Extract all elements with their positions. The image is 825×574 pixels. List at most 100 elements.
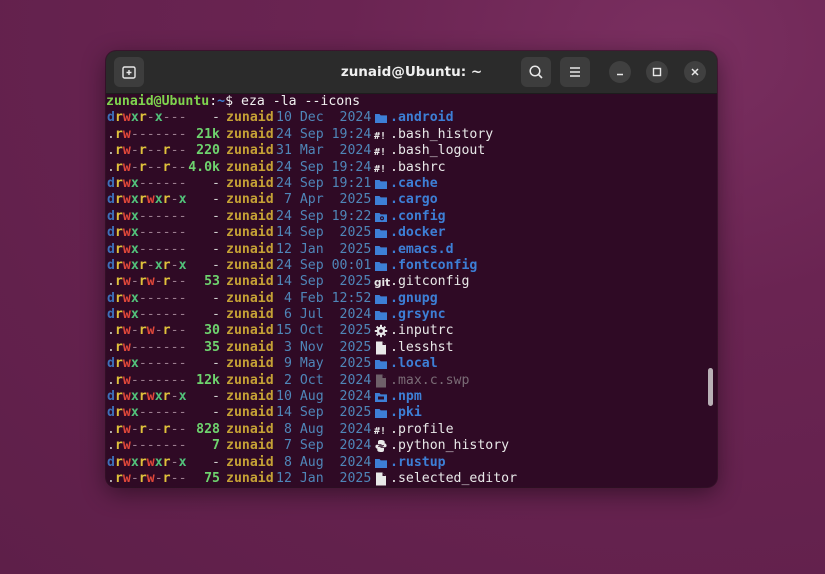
file-size: 75	[204, 470, 220, 486]
maximize-icon	[652, 67, 662, 77]
modified-date: 24 Sep 19:22	[276, 208, 372, 224]
owner: zunaid	[226, 356, 274, 372]
list-item: .rw-rw-r-- 75 zunaid 12 Jan 2025 .selected_e…	[106, 471, 717, 487]
file-name: .gitconfig	[390, 274, 470, 290]
list-item: drwx------ - zunaid 24 Sep 19:21 .cache	[106, 176, 717, 192]
file-size: -	[212, 405, 220, 421]
permissions: .rw-------	[107, 126, 187, 142]
file-name: .max.c.swp	[390, 372, 470, 388]
file-name: .cache	[390, 175, 438, 191]
file-size: -	[212, 454, 220, 470]
list-item: .rw-r--r-- 828 zunaid 8 Aug 2024 #! .profile	[106, 422, 717, 438]
file-name: .selected_editor	[390, 470, 518, 486]
file-name: .emacs.d	[390, 241, 454, 257]
owner: zunaid	[226, 208, 274, 224]
folder-icon	[374, 292, 388, 306]
owner: zunaid	[226, 323, 274, 339]
owner: zunaid	[226, 405, 274, 421]
owner: zunaid	[226, 143, 274, 159]
list-item: .rw-rw-r-- 30 zunaid 15 Oct 2025 .inputrc	[106, 323, 717, 339]
file-size: -	[212, 225, 220, 241]
file-size: -	[212, 192, 220, 208]
permissions: drwx------	[107, 307, 187, 323]
folder-icon	[374, 308, 388, 322]
shebang-icon: #!	[374, 161, 388, 175]
terminal-output[interactable]: zunaid@Ubuntu:~$ eza -la --icons drwxr-x…	[106, 94, 717, 487]
modified-date: 24 Sep 19:24	[276, 159, 372, 175]
minimize-button[interactable]	[609, 61, 631, 83]
shebang-icon: #!	[374, 128, 388, 142]
file-name: .lesshst	[390, 339, 454, 355]
file-size: -	[212, 175, 220, 191]
file-size: -	[212, 290, 220, 306]
folder-icon	[374, 193, 388, 207]
folder-icon	[374, 177, 388, 191]
title-bar[interactable]: zunaid@Ubuntu: ~	[106, 51, 717, 94]
permissions: drwxr-xr-x	[107, 257, 187, 273]
file-name: .pki	[390, 405, 422, 421]
file-name: .fontconfig	[390, 257, 478, 273]
modified-date: 9 May 2025	[276, 356, 372, 372]
modified-date: 3 Nov 2025	[276, 339, 372, 355]
modified-date: 12 Jan 2025	[276, 241, 372, 257]
prompt-user-host: zunaid@Ubuntu	[106, 94, 210, 109]
permissions: drwx------	[107, 290, 187, 306]
menu-button[interactable]	[560, 57, 590, 87]
file-name: .profile	[390, 421, 454, 437]
file-name: .rustup	[390, 454, 446, 470]
new-tab-button[interactable]	[114, 57, 144, 87]
file-icon	[374, 472, 388, 486]
file-name: .npm	[390, 389, 422, 405]
list-item: .rw-r--r-- 4.0k zunaid 24 Sep 19:24 #! .bashr…	[106, 160, 717, 176]
maximize-button[interactable]	[646, 61, 668, 83]
owner: zunaid	[226, 110, 274, 126]
listing: drwxr-x--- - zunaid 10 Dec 2024 .android .rw-…	[106, 110, 717, 487]
owner: zunaid	[226, 438, 274, 454]
gear-icon	[374, 324, 388, 338]
modified-date: 8 Aug 2024	[276, 421, 372, 437]
file-size: 53	[204, 274, 220, 290]
owner: zunaid	[226, 307, 274, 323]
list-item: drwxr-x--- - zunaid 10 Dec 2024 .android	[106, 110, 717, 126]
folder-icon	[374, 406, 388, 420]
permissions: drwx------	[107, 208, 187, 224]
folder-icon	[374, 226, 388, 240]
owner: zunaid	[226, 159, 274, 175]
file-name: .docker	[390, 225, 446, 241]
search-icon	[529, 65, 543, 79]
file-size: -	[212, 257, 220, 273]
owner: zunaid	[226, 175, 274, 191]
list-item: drwx------ - zunaid 6 Jul 2024 .grsync	[106, 307, 717, 323]
scrollbar-thumb[interactable]	[708, 368, 713, 406]
svg-text:#!: #!	[374, 164, 386, 175]
close-icon	[691, 68, 699, 76]
permissions: drwxrwxr-x	[107, 389, 187, 405]
modified-date: 8 Aug 2024	[276, 454, 372, 470]
modified-date: 24 Sep 00:01	[276, 257, 372, 273]
prompt-separator: :	[209, 94, 218, 109]
python-icon	[374, 439, 388, 453]
owner: zunaid	[226, 241, 274, 257]
list-item: drwx------ - zunaid 14 Sep 2025 .pki	[106, 405, 717, 421]
permissions: .rw-rw-r--	[107, 274, 187, 290]
list-item: drwx------ - zunaid 4 Feb 12:52 .gnupg	[106, 291, 717, 307]
file-size: 828	[196, 421, 220, 437]
list-item: drwxrwxr-x - zunaid 10 Aug 2024 .npm	[106, 389, 717, 405]
owner: zunaid	[226, 372, 274, 388]
owner: zunaid	[226, 257, 274, 273]
modified-date: 31 Mar 2024	[276, 143, 372, 159]
modified-date: 14 Sep 2025	[276, 405, 372, 421]
owner: zunaid	[226, 192, 274, 208]
list-item: .rw-rw-r-- 53 zunaid 14 Sep 2025 git .gitconf…	[106, 274, 717, 290]
search-button[interactable]	[521, 57, 551, 87]
owner: zunaid	[226, 274, 274, 290]
folder-icon	[374, 111, 388, 125]
file-name: .gnupg	[390, 290, 438, 306]
owner: zunaid	[226, 454, 274, 470]
permissions: drwx------	[107, 175, 187, 191]
modified-date: 4 Feb 12:52	[276, 290, 372, 306]
owner: zunaid	[226, 470, 274, 486]
close-button[interactable]	[684, 61, 706, 83]
file-name: .bashrc	[390, 159, 446, 175]
file-size: -	[212, 208, 220, 224]
